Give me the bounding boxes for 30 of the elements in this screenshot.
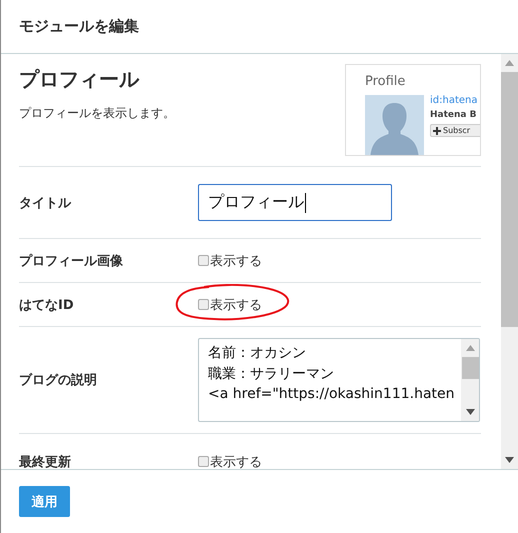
field-label: プロフィール画像	[19, 252, 124, 270]
text-line: <a href="https://okashin111.haten	[208, 386, 456, 402]
field-label: タイトル	[19, 194, 72, 212]
description-field[interactable]: 名前：オカシン 職業：サラリーマン <a href="https://okashin111.haten	[198, 338, 480, 422]
checkbox[interactable]	[198, 255, 209, 266]
scroll-up-icon	[466, 345, 474, 351]
title-field[interactable]: プロフィール	[198, 184, 392, 221]
subscribe-button[interactable]: Subscr	[430, 124, 480, 137]
avatar-icon	[365, 95, 424, 155]
text-line: 職業：サラリーマン	[208, 365, 335, 383]
plus-icon	[433, 126, 441, 134]
preview-heading: Profile	[365, 74, 406, 89]
user-name: Hatena B	[430, 110, 478, 120]
module-description: プロフィールを表示します。	[19, 105, 175, 122]
field-label: はてなID	[19, 296, 75, 314]
checkbox-label: 表示する	[210, 454, 262, 469]
checkbox[interactable]	[198, 299, 209, 310]
scroll-down-icon	[466, 409, 474, 415]
field-label: ブログの説明	[19, 372, 98, 389]
scroll-down-icon	[505, 457, 514, 463]
checkbox[interactable]	[198, 456, 209, 467]
dialog-title: モジュールを編集	[19, 17, 139, 36]
scroll-up-icon	[505, 60, 514, 66]
checkbox-label: 表示する	[210, 296, 262, 314]
text-line: 名前：オカシン	[208, 344, 307, 362]
scrollbar[interactable]	[501, 54, 518, 469]
module-name: プロフィール	[19, 66, 140, 93]
checkbox-label: 表示する	[210, 252, 262, 270]
scrollbar[interactable]	[461, 339, 479, 421]
field-label: 最終更新	[19, 454, 72, 469]
